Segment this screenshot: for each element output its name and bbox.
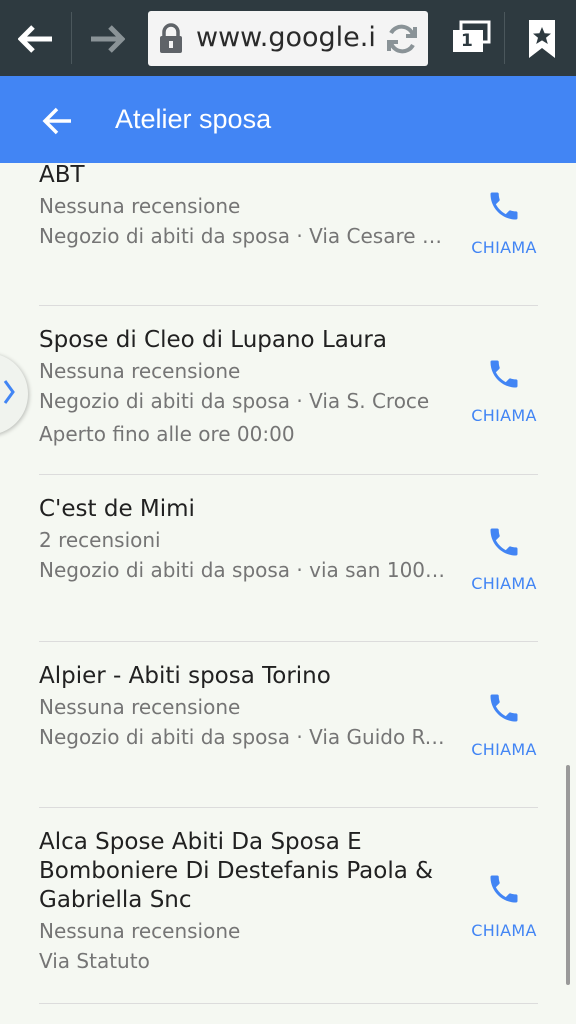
review-count: Nessuna recensione	[39, 359, 241, 383]
business-name: Alca Spose Abiti Da Sposa E Bomboniere D…	[39, 829, 434, 913]
phone-icon	[490, 192, 518, 220]
list-item[interactable]: Alpier - Abiti sposa Torino Nessuna rece…	[39, 662, 538, 752]
call-button[interactable]: CHIAMA	[466, 356, 542, 436]
app-header: Atelier sposa	[0, 76, 576, 163]
lock-icon	[160, 23, 182, 53]
business-details: Negozio di abiti da sposa · Via Cesare B…	[39, 224, 454, 248]
call-label: CHIAMA	[471, 574, 537, 593]
divider	[39, 1003, 538, 1004]
call-button[interactable]: CHIAMA	[466, 524, 542, 604]
bookmark-star-icon	[529, 20, 555, 58]
bookmark-button[interactable]	[518, 14, 566, 64]
browser-forward-button[interactable]	[82, 14, 132, 64]
toolbar-divider	[504, 12, 505, 64]
header-back-button[interactable]	[37, 100, 79, 142]
url-text[interactable]: www.google.it	[196, 22, 376, 53]
review-count: Nessuna recensione	[39, 919, 241, 943]
review-count: Nessuna recensione	[39, 695, 241, 719]
tabs-button[interactable]: 1	[445, 14, 497, 64]
call-button[interactable]: CHIAMA	[466, 690, 542, 770]
phone-icon	[490, 528, 518, 556]
business-details: Negozio di abiti da sposa · Via Guido Re…	[39, 725, 454, 749]
browser-back-button[interactable]	[11, 14, 61, 64]
business-details: Negozio di abiti da sposa · via san 1002…	[39, 558, 454, 582]
business-name: ABT	[39, 163, 85, 188]
business-name: C'est de Mimi	[39, 496, 195, 522]
phone-icon	[490, 694, 518, 722]
tab-count: 1	[461, 31, 473, 51]
call-label: CHIAMA	[471, 238, 537, 257]
back-arrow-icon	[42, 107, 71, 135]
forward-arrow-icon	[91, 25, 125, 53]
business-name: Alpier - Abiti sposa Torino	[39, 663, 331, 689]
toolbar-divider	[71, 12, 72, 64]
back-arrow-icon	[18, 25, 52, 53]
divider	[39, 305, 538, 306]
browser-toolbar: www.google.it 1	[0, 0, 576, 76]
divider	[39, 641, 538, 642]
divider	[39, 807, 538, 808]
opening-hours: Aperto fino alle ore 00:00	[39, 422, 295, 446]
business-details: Via Statuto	[39, 949, 150, 973]
phone-icon	[490, 360, 518, 388]
business-name: Spose di Cleo di Lupano Laura	[39, 327, 387, 353]
list-item[interactable]: ABT Nessuna recensione Negozio di abiti …	[39, 163, 538, 251]
divider	[39, 474, 538, 475]
list-item[interactable]: Spose di Cleo di Lupano Laura Nessuna re…	[39, 326, 538, 449]
address-bar[interactable]: www.google.it	[148, 11, 428, 66]
results-list: ABT Nessuna recensione Negozio di abiti …	[0, 163, 576, 1024]
call-label: CHIAMA	[471, 740, 537, 759]
business-details: Negozio di abiti da sposa · Via S. Croce	[39, 389, 430, 413]
review-count: Nessuna recensione	[39, 194, 241, 218]
call-label: CHIAMA	[471, 921, 537, 940]
review-count: 2 recensioni	[39, 528, 161, 552]
phone-icon	[490, 875, 518, 903]
chevron-right-icon	[3, 380, 15, 404]
refresh-icon[interactable]	[384, 21, 420, 57]
call-label: CHIAMA	[471, 406, 537, 425]
scrollbar[interactable]	[566, 765, 570, 985]
call-button[interactable]: CHIAMA	[466, 188, 542, 268]
list-item[interactable]: C'est de Mimi 2 recensioni Negozio di ab…	[39, 495, 538, 585]
list-item[interactable]: Alca Spose Abiti Da Sposa E Bomboniere D…	[39, 828, 538, 976]
call-button[interactable]: CHIAMA	[466, 871, 542, 951]
page-title: Atelier sposa	[115, 104, 272, 134]
